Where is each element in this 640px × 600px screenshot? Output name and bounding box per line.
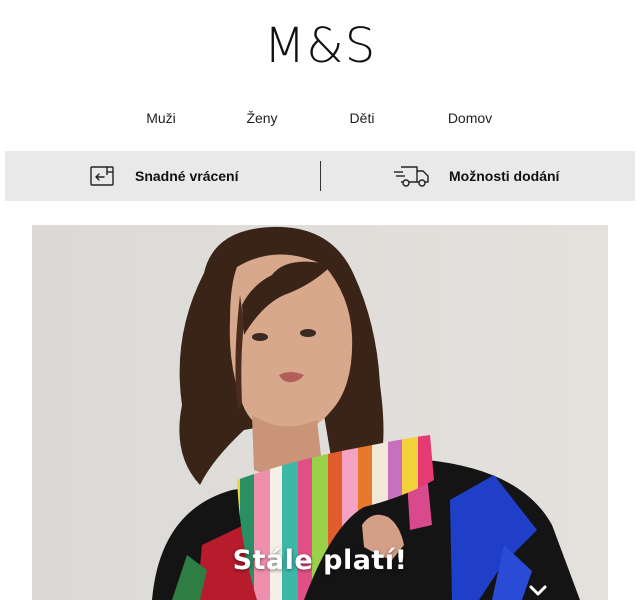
main-nav: Muži Ženy Děti Domov bbox=[0, 110, 640, 130]
delivery-options-link[interactable]: Možnosti dodání bbox=[393, 151, 559, 201]
hero-banner[interactable]: Stále platí! bbox=[32, 225, 608, 600]
chevron-down-icon[interactable] bbox=[529, 585, 547, 597]
hero-image bbox=[32, 225, 608, 600]
nav-item-kids[interactable]: Děti bbox=[350, 110, 375, 126]
nav-item-women[interactable]: Ženy bbox=[246, 110, 277, 126]
delivery-truck-icon bbox=[394, 166, 429, 187]
easy-returns-link[interactable]: Snadné vrácení bbox=[89, 151, 239, 201]
return-box-icon bbox=[90, 166, 114, 186]
easy-returns-label: Snadné vrácení bbox=[135, 168, 239, 184]
delivery-options-label: Možnosti dodání bbox=[449, 168, 560, 184]
nav-item-home[interactable]: Domov bbox=[448, 110, 492, 126]
brand-logo[interactable]: M&S bbox=[0, 18, 640, 74]
strip-divider bbox=[320, 161, 321, 191]
nav-item-men[interactable]: Muži bbox=[146, 110, 176, 126]
service-strip: Snadné vrácení Možnosti dodání bbox=[5, 151, 635, 201]
hero-title: Stále platí! bbox=[232, 545, 408, 576]
